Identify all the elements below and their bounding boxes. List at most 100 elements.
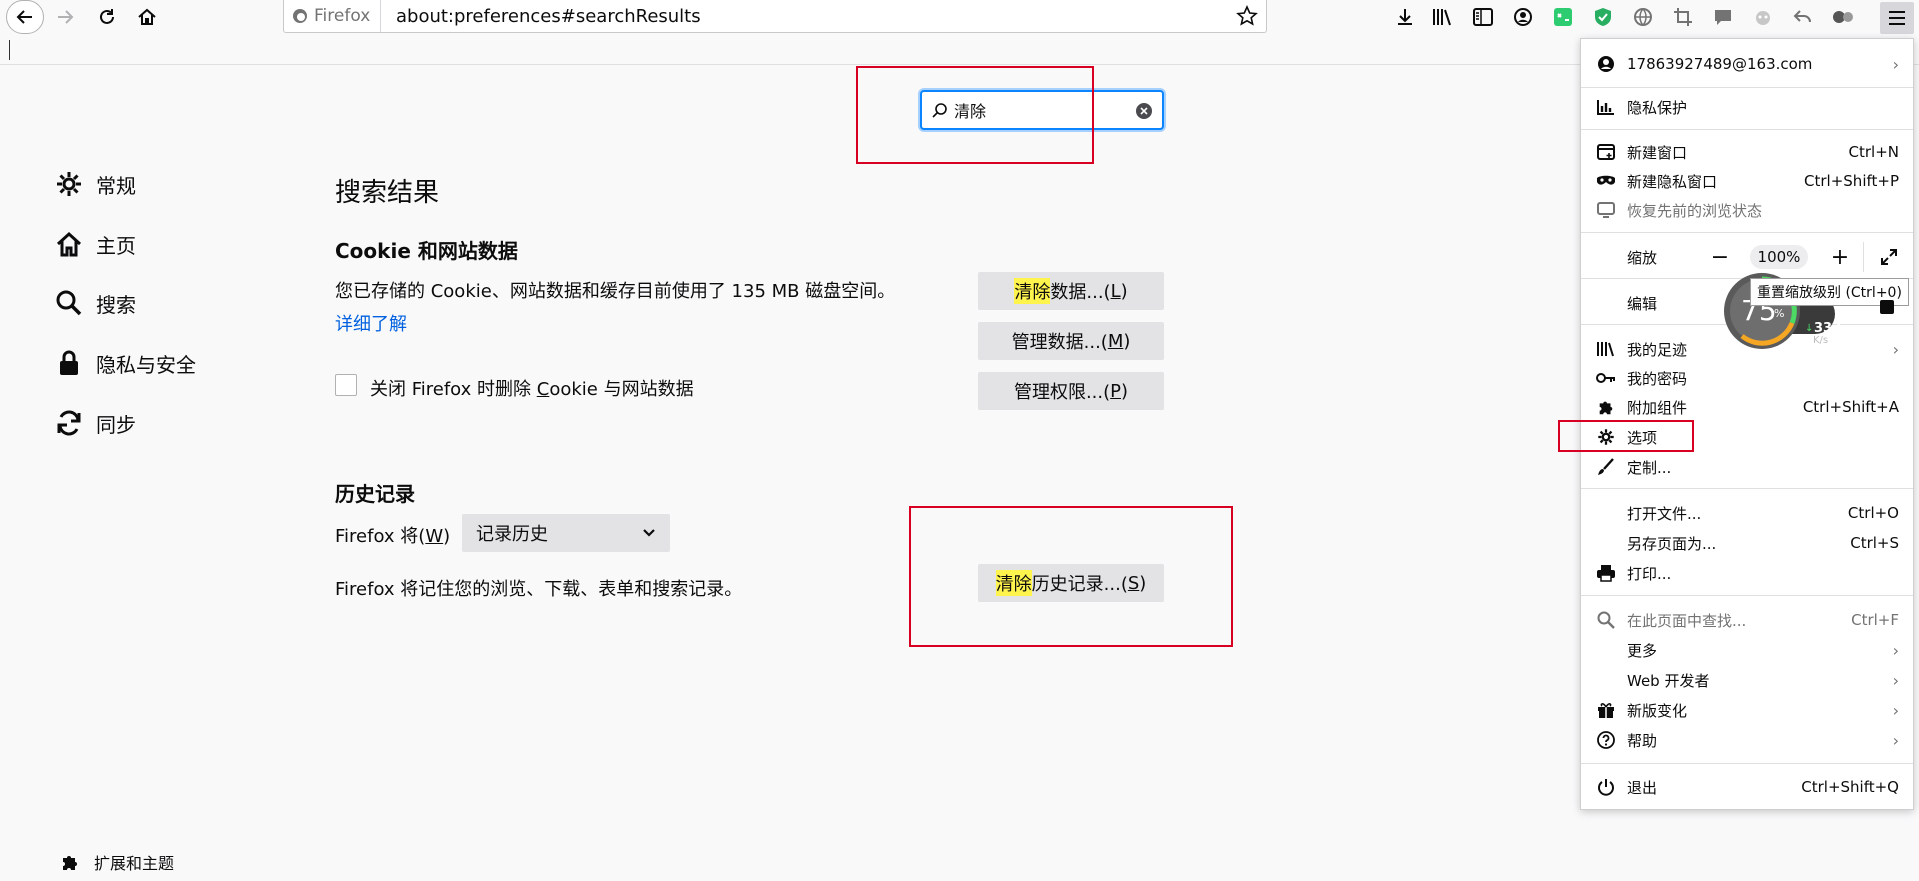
menu-label: 附加组件: [1627, 398, 1688, 417]
category-privacy[interactable]: 隐私与安全: [54, 346, 196, 380]
help-icon: [1595, 729, 1617, 751]
button-label-end: ): [1123, 330, 1131, 352]
home-button[interactable]: [130, 0, 164, 34]
zoom-divider: [1863, 242, 1864, 272]
download-arrow-icon: ↓: [1805, 323, 1814, 334]
menu-print[interactable]: 打印...: [1581, 559, 1913, 587]
menu-privacy-protections[interactable]: 隐私保护: [1581, 93, 1913, 121]
downloads-icon[interactable]: [1392, 4, 1418, 30]
fullscreen-button[interactable]: [1875, 243, 1903, 271]
label-pre: Firefox 将(: [335, 526, 426, 547]
lock-icon: [54, 348, 84, 378]
menu-label: 定制...: [1627, 458, 1672, 477]
menu-logins[interactable]: 我的密码: [1581, 364, 1913, 392]
access-key: C: [536, 379, 550, 400]
checkbox-label-post: ookie 与网站数据: [549, 379, 694, 400]
menu-label: 退出: [1627, 778, 1658, 797]
button-label-end: ): [1120, 280, 1128, 302]
new-window-icon: [1595, 141, 1617, 163]
history-mode-select[interactable]: 记录历史: [462, 514, 670, 552]
category-label: 同步: [96, 412, 136, 437]
app-menu-button[interactable]: [1880, 2, 1914, 34]
history-heading: 历史记录: [335, 482, 415, 506]
button-label: 管理数据...(: [1011, 332, 1108, 353]
manage-permissions-button[interactable]: 管理权限...(P): [978, 372, 1164, 410]
menu-open-file[interactable]: 打开文件... Ctrl+O: [1581, 499, 1913, 527]
edit-paste-icon[interactable]: [1880, 300, 1894, 314]
forward-button[interactable]: [48, 0, 82, 34]
menu-label: 我的密码: [1627, 369, 1688, 388]
menu-separator: [1581, 763, 1913, 764]
identity-box[interactable]: Firefox: [292, 0, 382, 32]
reload-button[interactable]: [90, 0, 124, 34]
category-home[interactable]: 主页: [54, 227, 136, 261]
hamburger-icon: [1889, 11, 1905, 25]
zoom-out-button[interactable]: −: [1706, 243, 1734, 271]
toggle-extension-icon[interactable]: [1830, 4, 1856, 30]
zoom-in-button[interactable]: +: [1826, 243, 1854, 271]
navigation-toolbar: Firefox about:preferences#searchResults: [0, 0, 1919, 34]
menu-separator: [1581, 595, 1913, 596]
power-icon: [1595, 776, 1617, 798]
menu-more[interactable]: 更多 ›: [1581, 636, 1913, 664]
category-sync[interactable]: 同步: [54, 406, 136, 440]
menu-find-in-page[interactable]: 在此页面中查找... Ctrl+F: [1581, 606, 1913, 634]
globe-icon[interactable]: [1630, 4, 1656, 30]
category-label: 搜索: [96, 292, 136, 317]
manage-data-button[interactable]: 管理数据...(M): [978, 322, 1164, 360]
menu-label: 新版变化: [1627, 701, 1688, 720]
delete-cookies-on-close-checkbox[interactable]: [335, 374, 357, 396]
crop-icon[interactable]: [1670, 4, 1696, 30]
menu-customize[interactable]: 定制...: [1581, 453, 1913, 481]
zoom-reset-button[interactable]: 100%: [1750, 245, 1808, 269]
undo-icon[interactable]: [1790, 4, 1816, 30]
menu-whats-new[interactable]: 新版变化 ›: [1581, 696, 1913, 724]
checkbox-label-pre: 关闭 Firefox 时删除: [370, 379, 537, 400]
home-icon: [54, 229, 84, 259]
delete-cookies-label[interactable]: 关闭 Firefox 时删除 Cookie 与网站数据: [370, 375, 694, 401]
menu-shortcut: Ctrl+S: [1850, 534, 1899, 552]
sidebar-icon[interactable]: [1470, 4, 1496, 30]
menu-addons[interactable]: 附加组件 Ctrl+Shift+A: [1581, 393, 1913, 421]
library-icon[interactable]: [1430, 4, 1456, 30]
url-bar[interactable]: Firefox about:preferences#searchResults: [283, 0, 1267, 33]
category-general[interactable]: 常规: [54, 167, 136, 201]
menu-separator: [1581, 87, 1913, 88]
learn-more-link[interactable]: 详细了解: [335, 310, 407, 336]
menu-new-private-window[interactable]: 新建隐私窗口 Ctrl+Shift+P: [1581, 167, 1913, 195]
mascot-extension-icon[interactable]: [1750, 4, 1776, 30]
category-search[interactable]: 搜索: [54, 286, 136, 320]
menu-help[interactable]: 帮助 ›: [1581, 726, 1913, 754]
menu-label: 17863927489@163.com: [1627, 55, 1813, 73]
menu-label: 帮助: [1627, 731, 1658, 750]
access-key: M: [1107, 330, 1124, 352]
account-icon[interactable]: [1510, 4, 1536, 30]
menu-shortcut: Ctrl+Shift+P: [1804, 172, 1899, 190]
bookmark-star-icon[interactable]: [1236, 5, 1258, 27]
menu-save-page[interactable]: 另存页面为... Ctrl+S: [1581, 529, 1913, 557]
menu-web-developer[interactable]: Web 开发者 ›: [1581, 666, 1913, 694]
menu-label: 另存页面为...: [1627, 534, 1717, 553]
shield-extension-icon[interactable]: [1590, 4, 1616, 30]
fullscreen-icon: [1881, 249, 1897, 265]
home-icon: [138, 8, 156, 25]
clear-search-icon[interactable]: [1136, 103, 1152, 119]
extensions-themes-link[interactable]: 扩展和主题: [60, 850, 174, 874]
menu-quit[interactable]: 退出 Ctrl+Shift+Q: [1581, 773, 1913, 801]
gift-icon: [1595, 699, 1617, 721]
menu-label: Web 开发者: [1627, 671, 1710, 690]
menu-new-window[interactable]: 新建窗口 Ctrl+N: [1581, 138, 1913, 166]
cookies-heading: Cookie 和网站数据: [335, 239, 518, 263]
puzzle-piece-icon: [1595, 396, 1617, 418]
clear-data-button[interactable]: 清除 数据...(L): [978, 272, 1164, 310]
extension-cat-icon[interactable]: [1550, 4, 1576, 30]
menu-account[interactable]: 17863927489@163.com ›: [1581, 47, 1913, 81]
back-button[interactable]: [6, 0, 44, 34]
menu-restore-session[interactable]: 恢复先前的浏览状态: [1581, 196, 1913, 224]
access-key: L: [1110, 280, 1121, 302]
menu-separator: [1581, 232, 1913, 233]
url-text[interactable]: about:preferences#searchResults: [396, 6, 701, 27]
mask-icon: [1595, 170, 1617, 192]
restore-icon: [1595, 199, 1617, 221]
chat-icon[interactable]: [1710, 4, 1736, 30]
